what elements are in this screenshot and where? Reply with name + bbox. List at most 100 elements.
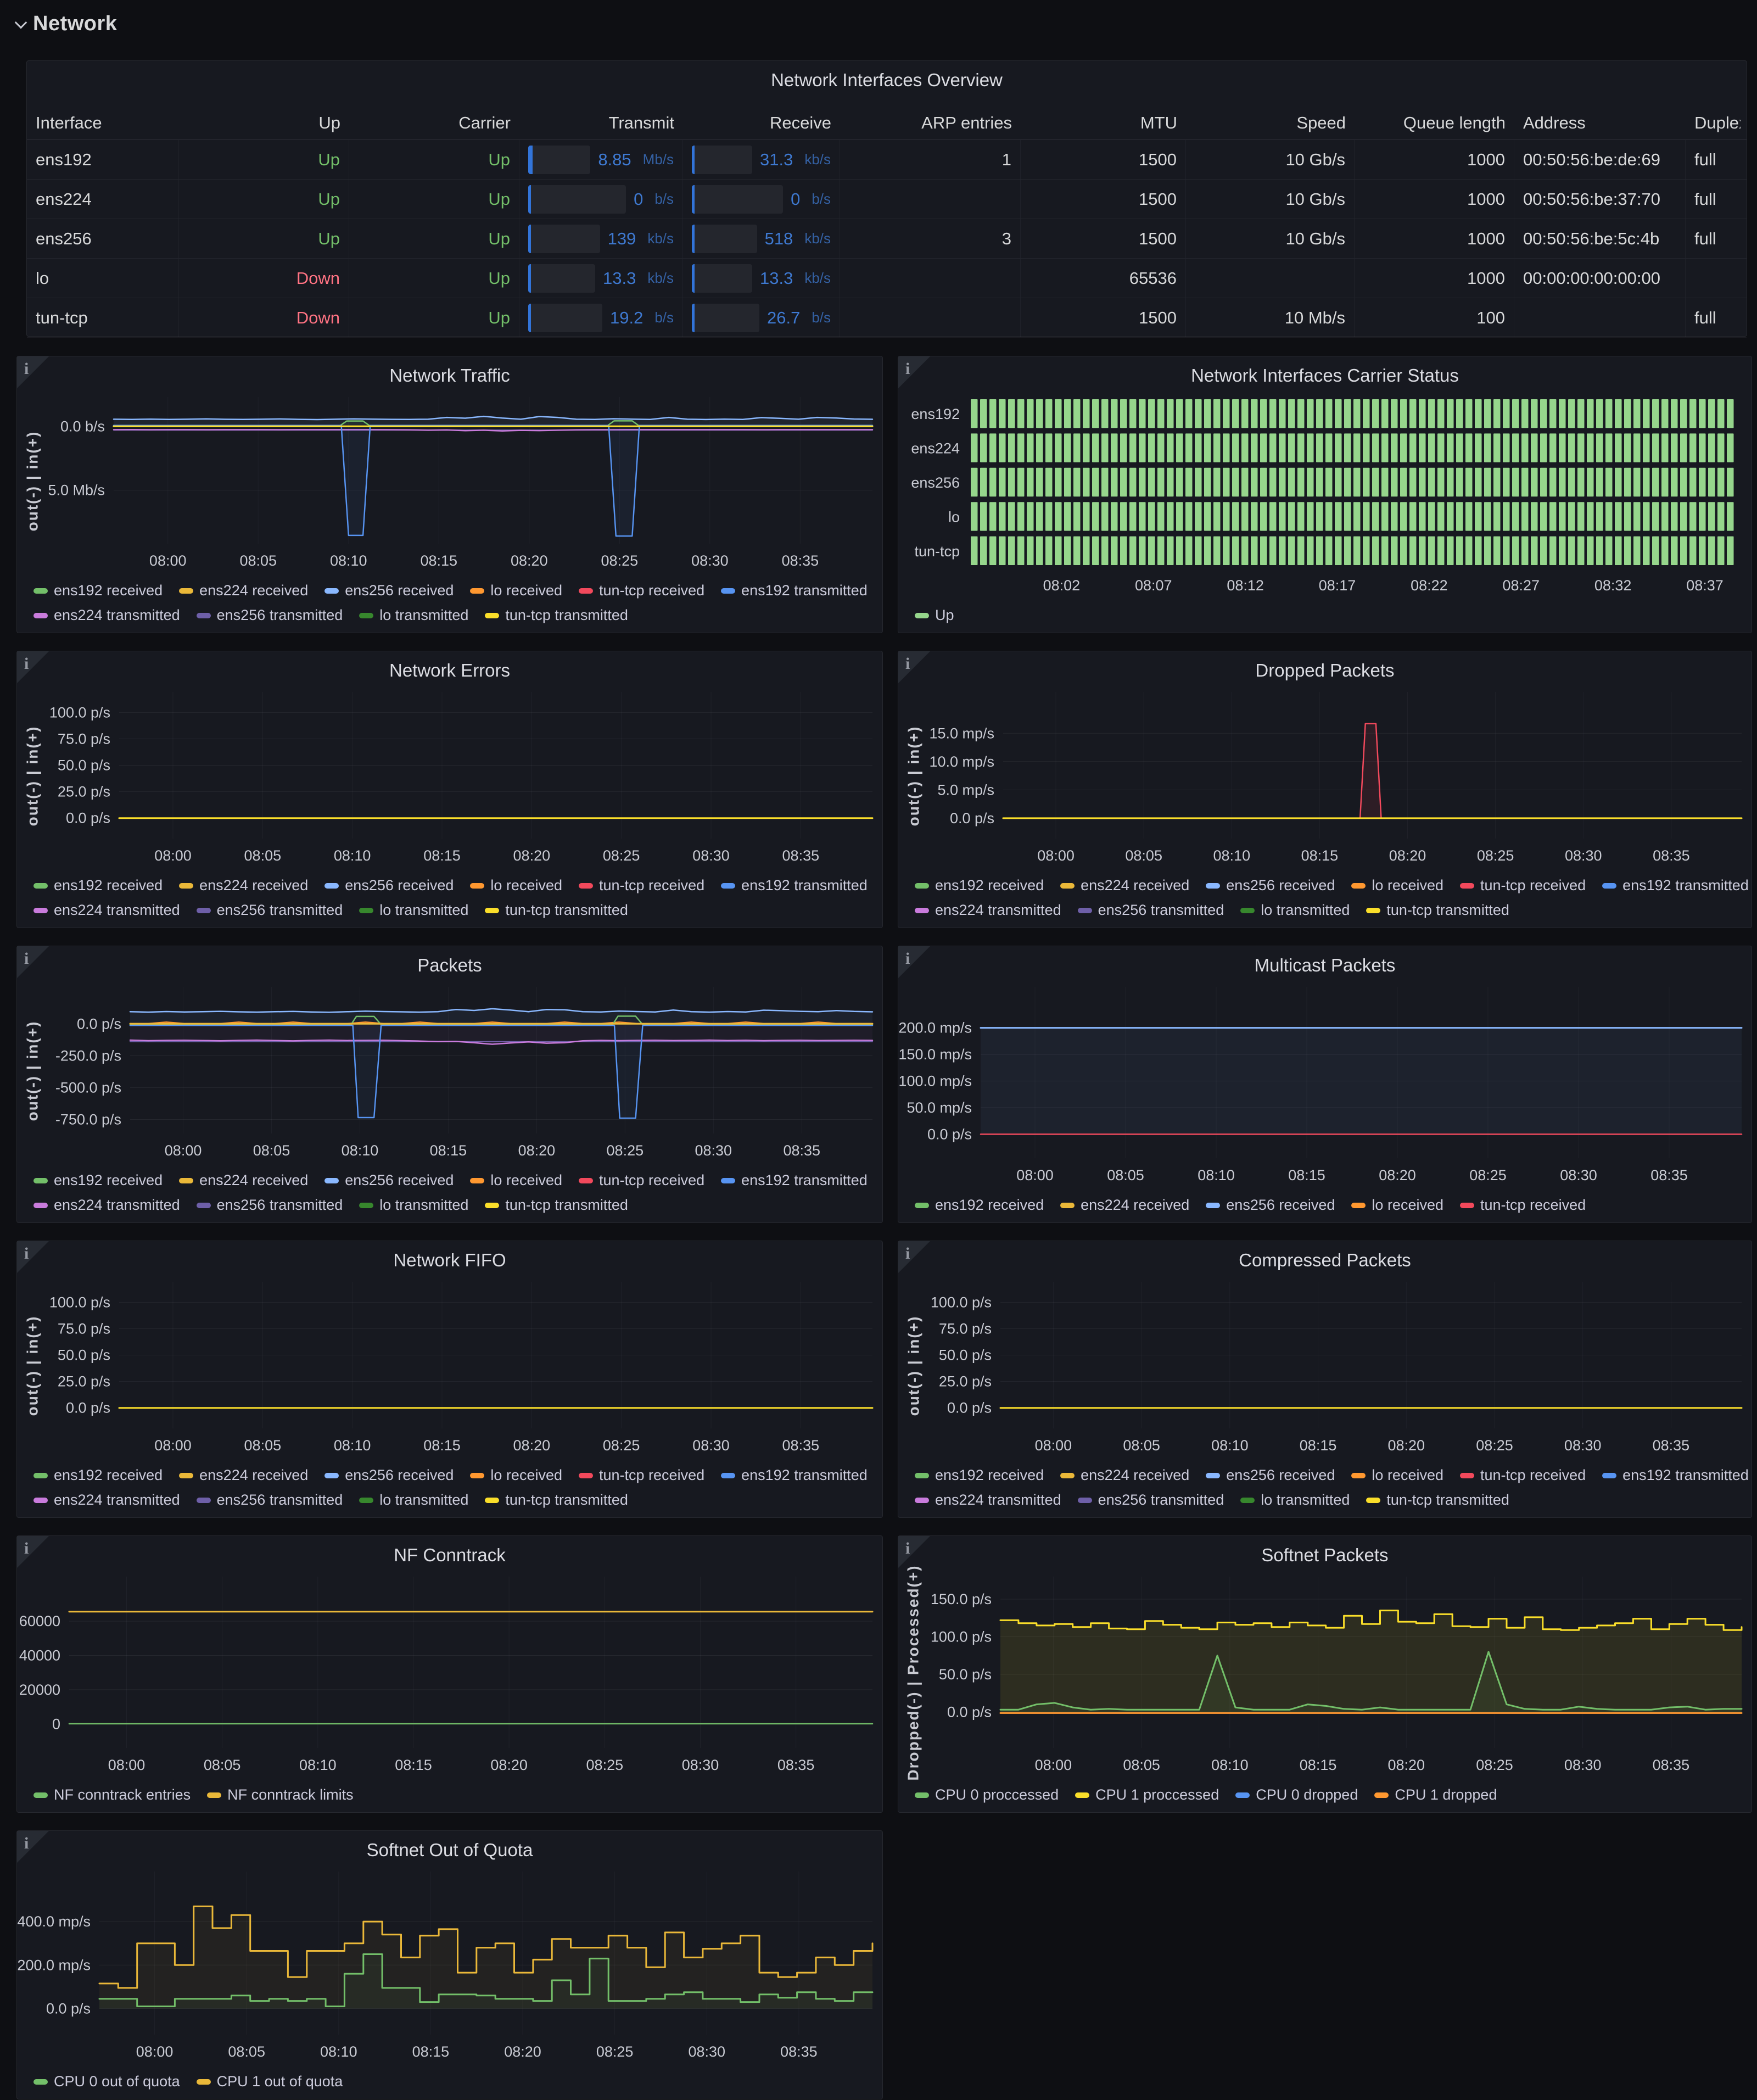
legend-item[interactable]: tun-tcp received: [579, 1172, 704, 1189]
panel-title[interactable]: Network Traffic: [17, 356, 882, 388]
legend-item[interactable]: ens256 received: [324, 1467, 454, 1484]
legend-item[interactable]: Up: [915, 607, 954, 624]
chart-network-fifo[interactable]: 08:0008:0508:1008:1508:2008:2508:3008:35…: [48, 1273, 882, 1458]
legend-item[interactable]: lo transmitted: [1240, 1492, 1350, 1509]
legend-item[interactable]: tun-tcp received: [579, 1467, 704, 1484]
legend-item[interactable]: ens224 transmitted: [915, 1492, 1061, 1509]
chart-carrier-status[interactable]: 08:0208:0708:1208:1708:2208:2708:3208:37…: [898, 388, 1752, 598]
legend-item[interactable]: tun-tcp transmitted: [485, 902, 628, 919]
legend-item[interactable]: tun-tcp received: [579, 877, 704, 894]
legend-item[interactable]: ens256 received: [1206, 1467, 1335, 1484]
legend-item[interactable]: ens192 received: [33, 1172, 163, 1189]
legend-item[interactable]: ens224 transmitted: [915, 902, 1061, 919]
legend-item[interactable]: ens256 received: [324, 582, 454, 599]
legend-item[interactable]: NF conntrack entries: [33, 1786, 191, 1803]
info-corner-icon[interactable]: i: [17, 1241, 49, 1273]
legend-item[interactable]: CPU 0 out of quota: [33, 2073, 180, 2090]
column-header-transmit[interactable]: Transmit: [519, 113, 683, 133]
legend-item[interactable]: lo transmitted: [359, 607, 468, 624]
column-header-interface[interactable]: Interface: [27, 113, 179, 133]
panel-title[interactable]: Network Interfaces Carrier Status: [898, 356, 1752, 388]
column-header-arp[interactable]: ARP entries: [840, 113, 1021, 133]
legend-item[interactable]: CPU 0 proccessed: [915, 1786, 1059, 1803]
legend-item[interactable]: ens192 transmitted: [1602, 877, 1749, 894]
legend-item[interactable]: ens256 transmitted: [197, 902, 343, 919]
legend-item[interactable]: tun-tcp received: [579, 582, 704, 599]
legend-item[interactable]: lo received: [1351, 1197, 1443, 1214]
column-header-queue[interactable]: Queue length: [1355, 113, 1514, 133]
legend-item[interactable]: tun-tcp transmitted: [1366, 1492, 1509, 1509]
legend-item[interactable]: ens256 transmitted: [197, 1197, 343, 1214]
legend-item[interactable]: ens256 transmitted: [197, 1492, 343, 1509]
chart-packets[interactable]: 08:0008:0508:1008:1508:2008:2508:3008:35…: [48, 978, 882, 1163]
legend-item[interactable]: tun-tcp received: [1460, 877, 1586, 894]
chart-network-errors[interactable]: 08:0008:0508:1008:1508:2008:2508:3008:35…: [48, 683, 882, 868]
legend-item[interactable]: ens224 transmitted: [33, 1197, 180, 1214]
legend-item[interactable]: ens192 received: [33, 1467, 163, 1484]
legend-item[interactable]: ens224 received: [179, 1172, 308, 1189]
info-corner-icon[interactable]: i: [898, 1241, 930, 1273]
legend-item[interactable]: tun-tcp transmitted: [485, 607, 628, 624]
column-header-receive[interactable]: Receive: [683, 113, 840, 133]
panel-title[interactable]: NF Conntrack: [17, 1536, 882, 1568]
legend-item[interactable]: ens192 transmitted: [1602, 1467, 1749, 1484]
legend-item[interactable]: ens192 transmitted: [721, 1467, 868, 1484]
info-corner-icon[interactable]: i: [17, 1536, 49, 1568]
legend-item[interactable]: tun-tcp transmitted: [485, 1492, 628, 1509]
legend-item[interactable]: lo received: [470, 1467, 562, 1484]
legend-item[interactable]: ens256 received: [1206, 1197, 1335, 1214]
info-corner-icon[interactable]: i: [17, 946, 49, 978]
chart-softnet-out-of-quota[interactable]: 08:0008:0508:1008:1508:2008:2508:3008:35…: [17, 1863, 882, 2064]
legend-item[interactable]: ens224 received: [179, 1467, 308, 1484]
info-corner-icon[interactable]: i: [898, 651, 930, 683]
legend-item[interactable]: ens256 transmitted: [1078, 902, 1224, 919]
legend-item[interactable]: ens224 transmitted: [33, 607, 180, 624]
info-corner-icon[interactable]: i: [898, 1536, 930, 1568]
legend-item[interactable]: lo received: [470, 1172, 562, 1189]
section-header-network[interactable]: Network: [16, 12, 117, 36]
legend-item[interactable]: tun-tcp received: [1460, 1197, 1586, 1214]
panel-title[interactable]: Multicast Packets: [898, 946, 1752, 978]
legend-item[interactable]: ens256 received: [324, 877, 454, 894]
panel-title[interactable]: Softnet Out of Quota: [17, 1831, 882, 1863]
legend-item[interactable]: ens256 received: [1206, 877, 1335, 894]
panel-title[interactable]: Dropped Packets: [898, 651, 1752, 683]
legend-item[interactable]: ens192 received: [33, 582, 163, 599]
legend-item[interactable]: ens256 received: [324, 1172, 454, 1189]
legend-item[interactable]: ens224 received: [179, 877, 308, 894]
column-header-duplex[interactable]: Duplex: [1686, 113, 1741, 133]
legend-item[interactable]: lo transmitted: [359, 1197, 468, 1214]
chart-softnet-packets[interactable]: 08:0008:0508:1008:1508:2008:2508:3008:35…: [929, 1568, 1752, 1778]
info-corner-icon[interactable]: i: [898, 946, 930, 978]
column-header-address[interactable]: Address: [1514, 113, 1686, 133]
panel-title[interactable]: Network Errors: [17, 651, 882, 683]
legend-item[interactable]: lo received: [470, 877, 562, 894]
legend-item[interactable]: tun-tcp transmitted: [485, 1197, 628, 1214]
legend-item[interactable]: CPU 1 proccessed: [1075, 1786, 1219, 1803]
legend-item[interactable]: ens192 received: [915, 1197, 1044, 1214]
column-header-mtu[interactable]: MTU: [1021, 113, 1186, 133]
legend-item[interactable]: lo transmitted: [359, 1492, 468, 1509]
panel-title[interactable]: Network FIFO: [17, 1241, 882, 1273]
chart-multicast-packets[interactable]: 08:0008:0508:1008:1508:2008:2508:3008:35…: [898, 978, 1752, 1188]
chart-network-traffic[interactable]: 08:0008:0508:1008:1508:2008:2508:3008:35…: [48, 388, 882, 573]
chart-dropped-packets[interactable]: 08:0008:0508:1008:1508:2008:2508:3008:35…: [929, 683, 1752, 868]
legend-item[interactable]: lo received: [470, 582, 562, 599]
legend-item[interactable]: ens192 transmitted: [721, 582, 868, 599]
panel-title[interactable]: Softnet Packets: [898, 1536, 1752, 1568]
legend-item[interactable]: ens192 received: [915, 877, 1044, 894]
legend-item[interactable]: ens224 received: [179, 582, 308, 599]
legend-item[interactable]: ens192 received: [33, 877, 163, 894]
legend-item[interactable]: ens192 transmitted: [721, 877, 868, 894]
legend-item[interactable]: CPU 1 out of quota: [197, 2073, 343, 2090]
panel-title[interactable]: Compressed Packets: [898, 1241, 1752, 1273]
legend-item[interactable]: tun-tcp received: [1460, 1467, 1586, 1484]
panel-title[interactable]: Network Interfaces Overview: [27, 61, 1747, 93]
legend-item[interactable]: NF conntrack limits: [207, 1786, 354, 1803]
column-header-carrier[interactable]: Carrier: [349, 113, 519, 133]
legend-item[interactable]: ens192 transmitted: [721, 1172, 868, 1189]
legend-item[interactable]: ens224 received: [1060, 877, 1189, 894]
legend-item[interactable]: CPU 0 dropped: [1235, 1786, 1358, 1803]
panel-title[interactable]: Packets: [17, 946, 882, 978]
legend-item[interactable]: ens224 received: [1060, 1197, 1189, 1214]
